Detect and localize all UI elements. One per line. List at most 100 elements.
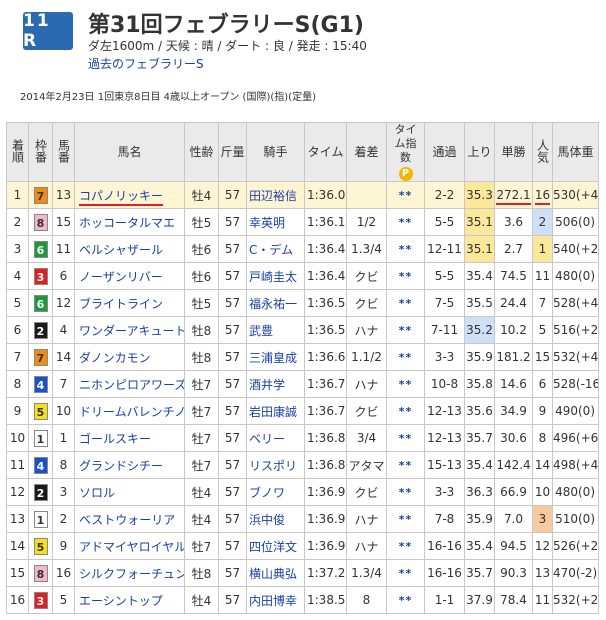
jockey-link[interactable]: 武豊: [249, 324, 273, 338]
last3f-cell: 35.6: [464, 397, 495, 425]
passing-cell: 3-3: [424, 343, 465, 371]
horse-name-link[interactable]: ホッコータルマエ: [79, 216, 175, 230]
horse-name-link[interactable]: ゴールスキー: [79, 432, 151, 446]
jockey-link[interactable]: 三浦皇成: [249, 351, 297, 365]
horse-name-link[interactable]: エーシントップ: [79, 594, 163, 608]
time-index-stars[interactable]: **: [399, 486, 413, 499]
jockey-link[interactable]: ブノワ: [249, 486, 285, 500]
popularity-cell: 12: [532, 532, 553, 560]
past-races-link[interactable]: 過去のフェブラリーS: [88, 55, 204, 72]
header-last3f: 上り: [464, 122, 495, 182]
popularity-value: 9: [538, 404, 547, 418]
body-weight-cell: 526(+2): [552, 532, 599, 560]
table-row: 2 8 15 ホッコータルマエ 牡5 57 幸英明 1:36.1 1/2 ** 5-5 35.1 3.6…: [6, 208, 599, 236]
time-index-stars[interactable]: **: [399, 594, 413, 607]
time-index-stars[interactable]: **: [399, 189, 413, 202]
horse-name-link[interactable]: ベストウォーリア: [79, 513, 175, 527]
jockey-link[interactable]: 横山典弘: [249, 567, 297, 581]
time-cell: 1:36.6: [304, 343, 347, 371]
sex-age-cell: 牡7: [184, 370, 219, 398]
finish-cell: 1: [6, 181, 29, 209]
time-index-stars[interactable]: **: [399, 324, 413, 337]
margin-cell: 3/4: [346, 424, 387, 452]
jockey-link[interactable]: 内田博幸: [249, 594, 297, 608]
passing-cell: 2-2: [424, 181, 465, 209]
jockey-link[interactable]: 酒井学: [249, 378, 285, 392]
time-index-stars[interactable]: **: [399, 432, 413, 445]
gate-badge: 1: [33, 510, 48, 528]
header-gate: 枠番: [28, 122, 53, 182]
horse-name-link[interactable]: ニホンピロアワーズ: [79, 378, 184, 392]
race-number-badge: 11 R: [23, 11, 73, 51]
horse-no-cell: 13: [52, 181, 75, 209]
horse-name-link[interactable]: グランドシチー: [79, 459, 163, 473]
finish-cell: 14: [6, 532, 29, 560]
jockey-cell: 三浦皇成: [246, 343, 305, 371]
horse-name-link[interactable]: シルクフォーチュン: [79, 567, 184, 581]
popularity-cell: 11: [532, 586, 553, 614]
time-index-stars[interactable]: **: [399, 351, 413, 364]
horse-name-link[interactable]: ノーザンリバー: [79, 270, 163, 284]
table-row: 12 2 3 ソロル 牡4 57 ブノワ 1:36.9 クビ ** 3-3 36.3 66.9 10 480…: [6, 478, 599, 506]
popularity-cell: 9: [532, 397, 553, 425]
margin-cell: クビ: [346, 397, 387, 425]
jockey-link[interactable]: 岩田康誠: [249, 405, 297, 419]
odds-cell: 90.3: [494, 559, 533, 587]
odds-cell: 142.4: [494, 451, 533, 479]
time-index-stars[interactable]: **: [399, 459, 413, 472]
passing-cell: 16-16: [424, 532, 465, 560]
jockey-link[interactable]: 戸崎圭太: [249, 270, 297, 284]
horse-name-link[interactable]: ベルシャザール: [79, 243, 163, 257]
time-index-stars[interactable]: **: [399, 216, 413, 229]
time-index-stars[interactable]: **: [399, 243, 413, 256]
jockey-link[interactable]: 田辺裕信: [249, 189, 297, 203]
jockey-link[interactable]: C・デム: [249, 243, 293, 257]
table-row: 5 6 12 ブライトライン 牡5 57 福永祐一 1:36.5 クビ ** 7-5 35.5 24.4…: [6, 289, 599, 317]
time-index-stars[interactable]: **: [399, 297, 413, 310]
gate-badge: 4: [33, 456, 48, 474]
jockey-cell: 内田博幸: [246, 586, 305, 614]
gate-cell: 6: [28, 289, 53, 317]
horse-name-link[interactable]: ダノンカモン: [79, 351, 151, 365]
time-index-stars[interactable]: **: [399, 378, 413, 391]
gate-badge: 3: [33, 267, 48, 285]
header-time: タイム: [304, 122, 347, 182]
time-index-stars[interactable]: **: [399, 540, 413, 553]
time-index-stars[interactable]: **: [399, 405, 413, 418]
time-index-stars[interactable]: **: [399, 567, 413, 580]
gate-cell: 1: [28, 505, 53, 533]
race-title: 第31回フェブラリーS(G1): [88, 13, 364, 38]
jockey-link[interactable]: 四位洋文: [249, 540, 297, 554]
body-weight-cell: 530(+4): [552, 181, 599, 209]
jockey-link[interactable]: 幸英明: [249, 216, 285, 230]
jockey-link[interactable]: リスポリ: [249, 459, 297, 473]
jockey-link[interactable]: 浜中俊: [249, 513, 285, 527]
passing-cell: 15-13: [424, 451, 465, 479]
passing-cell: 12-13: [424, 397, 465, 425]
odds-cell: 30.6: [494, 424, 533, 452]
horse-name-link[interactable]: ドリームバレンチノ: [79, 405, 184, 419]
sex-age-cell: 牡7: [184, 397, 219, 425]
weight-cell: 57: [218, 532, 247, 560]
horse-name-link[interactable]: コパノリッキー: [79, 188, 164, 206]
time-index-stars[interactable]: **: [399, 513, 413, 526]
weight-cell: 57: [218, 289, 247, 317]
gate-badge: 7: [33, 186, 48, 204]
horse-name-link[interactable]: ソロル: [79, 486, 115, 500]
popularity-value: 14: [534, 458, 551, 472]
horse-name-link[interactable]: アドマイヤロイヤル: [79, 540, 184, 554]
horse-no-cell: 6: [52, 262, 75, 290]
header-weight: 斤量: [218, 122, 247, 182]
horse-name-link[interactable]: ブライトライン: [79, 297, 163, 311]
jockey-link[interactable]: ベリー: [249, 432, 285, 446]
horse-name-cell: ワンダーアキュート: [74, 316, 185, 344]
gate-badge: 2: [33, 321, 48, 339]
time-index-stars[interactable]: **: [399, 270, 413, 283]
horse-name-cell: エーシントップ: [74, 586, 185, 614]
odds-cell: 14.6: [494, 370, 533, 398]
jockey-link[interactable]: 福永祐一: [249, 297, 297, 311]
jockey-cell: 福永祐一: [246, 289, 305, 317]
margin-cell: 1/2: [346, 208, 387, 236]
horse-name-link[interactable]: ワンダーアキュート: [79, 324, 184, 338]
gate-cell: 4: [28, 451, 53, 479]
